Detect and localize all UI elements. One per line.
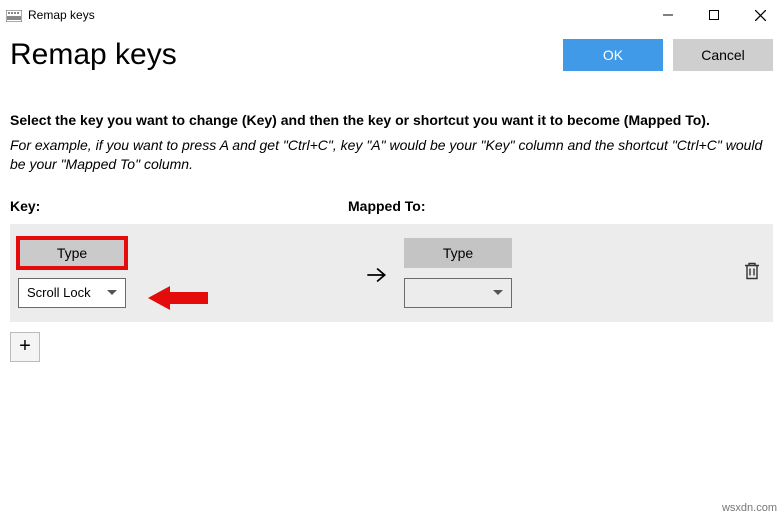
close-icon <box>755 10 766 21</box>
instruction-text: Select the key you want to change (Key) … <box>10 112 773 128</box>
mapped-select-dropdown[interactable] <box>404 278 512 308</box>
watermark-text: wsxdn.com <box>722 502 777 514</box>
chevron-down-icon <box>493 290 503 295</box>
cancel-button[interactable]: Cancel <box>673 39 773 71</box>
delete-row-button[interactable] <box>743 260 761 285</box>
maximize-icon <box>709 10 719 20</box>
minimize-button[interactable] <box>645 1 691 29</box>
minimize-icon <box>663 10 673 20</box>
key-select-dropdown[interactable]: Scroll Lock <box>18 278 126 308</box>
window-title: Remap keys <box>28 8 95 22</box>
plus-icon: + <box>19 335 31 358</box>
key-select-value: Scroll Lock <box>27 285 91 300</box>
example-text: For example, if you want to press A and … <box>10 136 773 174</box>
column-header-mapped: Mapped To: <box>348 198 426 214</box>
trash-icon <box>743 260 761 280</box>
close-button[interactable] <box>737 1 783 29</box>
chevron-down-icon <box>107 290 117 295</box>
annotation-arrow <box>148 284 208 317</box>
app-icon <box>6 9 22 21</box>
mapping-row: Type Scroll Lock Type <box>10 224 773 322</box>
arrow-right-icon <box>348 258 404 288</box>
mapped-type-button[interactable]: Type <box>404 238 512 268</box>
page-title: Remap keys <box>10 38 177 72</box>
key-type-button[interactable]: Type <box>18 238 126 268</box>
maximize-button[interactable] <box>691 1 737 29</box>
column-header-key: Key: <box>10 198 348 214</box>
ok-button[interactable]: OK <box>563 39 663 71</box>
add-row-button[interactable]: + <box>10 332 40 362</box>
